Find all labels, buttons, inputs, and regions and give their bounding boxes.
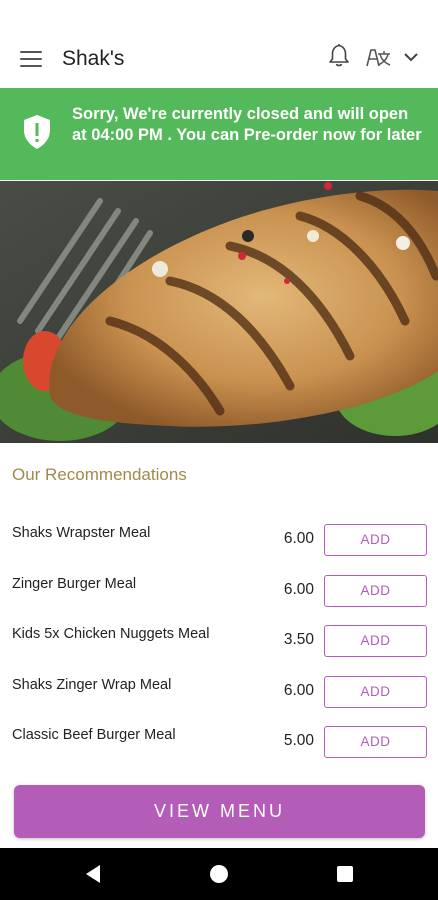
page-title: Shak's [62, 47, 125, 70]
add-button[interactable]: ADD [324, 726, 427, 758]
language-icon[interactable] [364, 46, 392, 68]
closed-banner: Sorry, We're currently closed and will o… [0, 88, 438, 180]
list-item: Shaks Zinger Wrap Meal 6.00 ADD [0, 674, 438, 725]
add-button[interactable]: ADD [324, 625, 427, 657]
back-icon[interactable] [84, 864, 102, 884]
recents-icon[interactable] [337, 866, 353, 882]
add-button[interactable]: ADD [324, 574, 427, 607]
item-price: 3.50 [283, 631, 314, 648]
list-item: Shaks Wrapster Meal 6.00 ADD [0, 522, 438, 573]
item-price: 5.00 [283, 732, 314, 749]
item-name: Classic Beef Burger Meal [12, 727, 176, 743]
item-name: Zinger Burger Meal [12, 575, 137, 592]
item-price: 6.00 [283, 580, 314, 598]
shield-alert-icon [24, 115, 50, 149]
view-menu-button[interactable]: VIEW MENU [14, 785, 425, 838]
item-name: Kids 5x Chicken Nuggets Meal [12, 626, 210, 642]
list-item: Kids 5x Chicken Nuggets Meal 3.50 ADD [0, 623, 438, 674]
item-price: 6.00 [283, 681, 314, 699]
item-price: 6.00 [283, 530, 314, 547]
hero-image [0, 181, 438, 443]
list-item: Zinger Burger Meal 6.00 ADD [0, 573, 438, 624]
add-button[interactable]: ADD [324, 675, 427, 708]
closed-message: Sorry, We're currently closed and will o… [72, 105, 422, 144]
item-name: Shaks Wrapster Meal [12, 525, 151, 541]
bell-icon[interactable] [328, 42, 350, 68]
system-nav-bar [0, 848, 438, 900]
recommendations-list: Shaks Wrapster Meal 6.00 ADD Zinger Burg… [0, 522, 438, 775]
add-button[interactable]: ADD [324, 524, 427, 556]
item-name: Shaks Zinger Wrap Meal [12, 676, 172, 693]
home-icon[interactable] [210, 865, 228, 883]
list-item: Classic Beef Burger Meal 5.00 ADD [0, 724, 438, 775]
recommendations-title: Our Recommendations [12, 465, 187, 484]
status-bar [0, 0, 438, 30]
menu-icon[interactable] [20, 51, 42, 67]
app-bar: Shak's [0, 30, 438, 88]
chevron-down-icon[interactable] [403, 50, 419, 64]
